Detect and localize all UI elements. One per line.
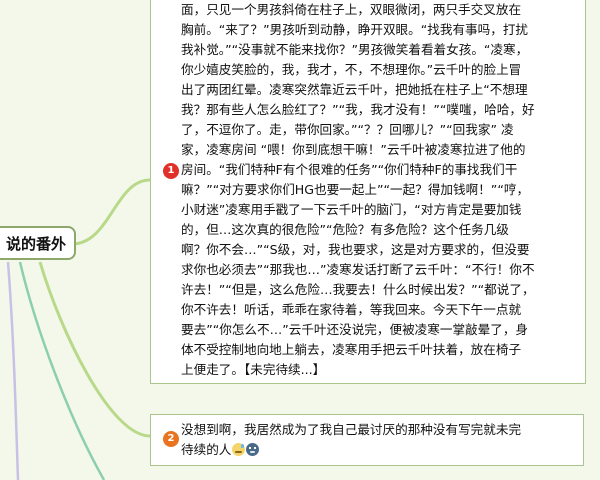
topic-node-1[interactable]: 1 面，只见一个男孩斜倚在柱子上，双眼微闭，两只手交叉放在 胸前。“来了？”男孩…: [150, 0, 586, 384]
branch-extra-1: [18, 261, 106, 480]
blue-face-emoji-icon: [246, 443, 260, 456]
priority-badge-2: 2: [163, 431, 179, 447]
topic-node-2[interactable]: 2 没想到啊，我居然成为了我自己最讨厌的那种没有写完就未完 待续的人: [150, 414, 584, 466]
priority-badge-1: 1: [163, 163, 179, 179]
root-topic-label: 说的番外: [5, 234, 66, 253]
mindmap-canvas[interactable]: 说的番外 1 面，只见一个男孩斜倚在柱子上，双眼微闭，两只手交叉放在 胸前。“来…: [0, 0, 600, 480]
topic-node-1-text: 面，只见一个男孩斜倚在柱子上，双眼微闭，两只手交叉放在 胸前。“来了？”男孩听到…: [181, 2, 535, 377]
topic-node-2-text: 没想到啊，我居然成为了我自己最讨厌的那种没有写完就未完 待续的人: [181, 420, 577, 460]
branch-to-node-1: [71, 178, 151, 246]
branch-extra-2: [6, 261, 20, 480]
branch-to-node-2: [38, 261, 151, 438]
sweat-smile-emoji-icon: [232, 443, 246, 456]
root-topic[interactable]: 说的番外: [0, 226, 76, 260]
